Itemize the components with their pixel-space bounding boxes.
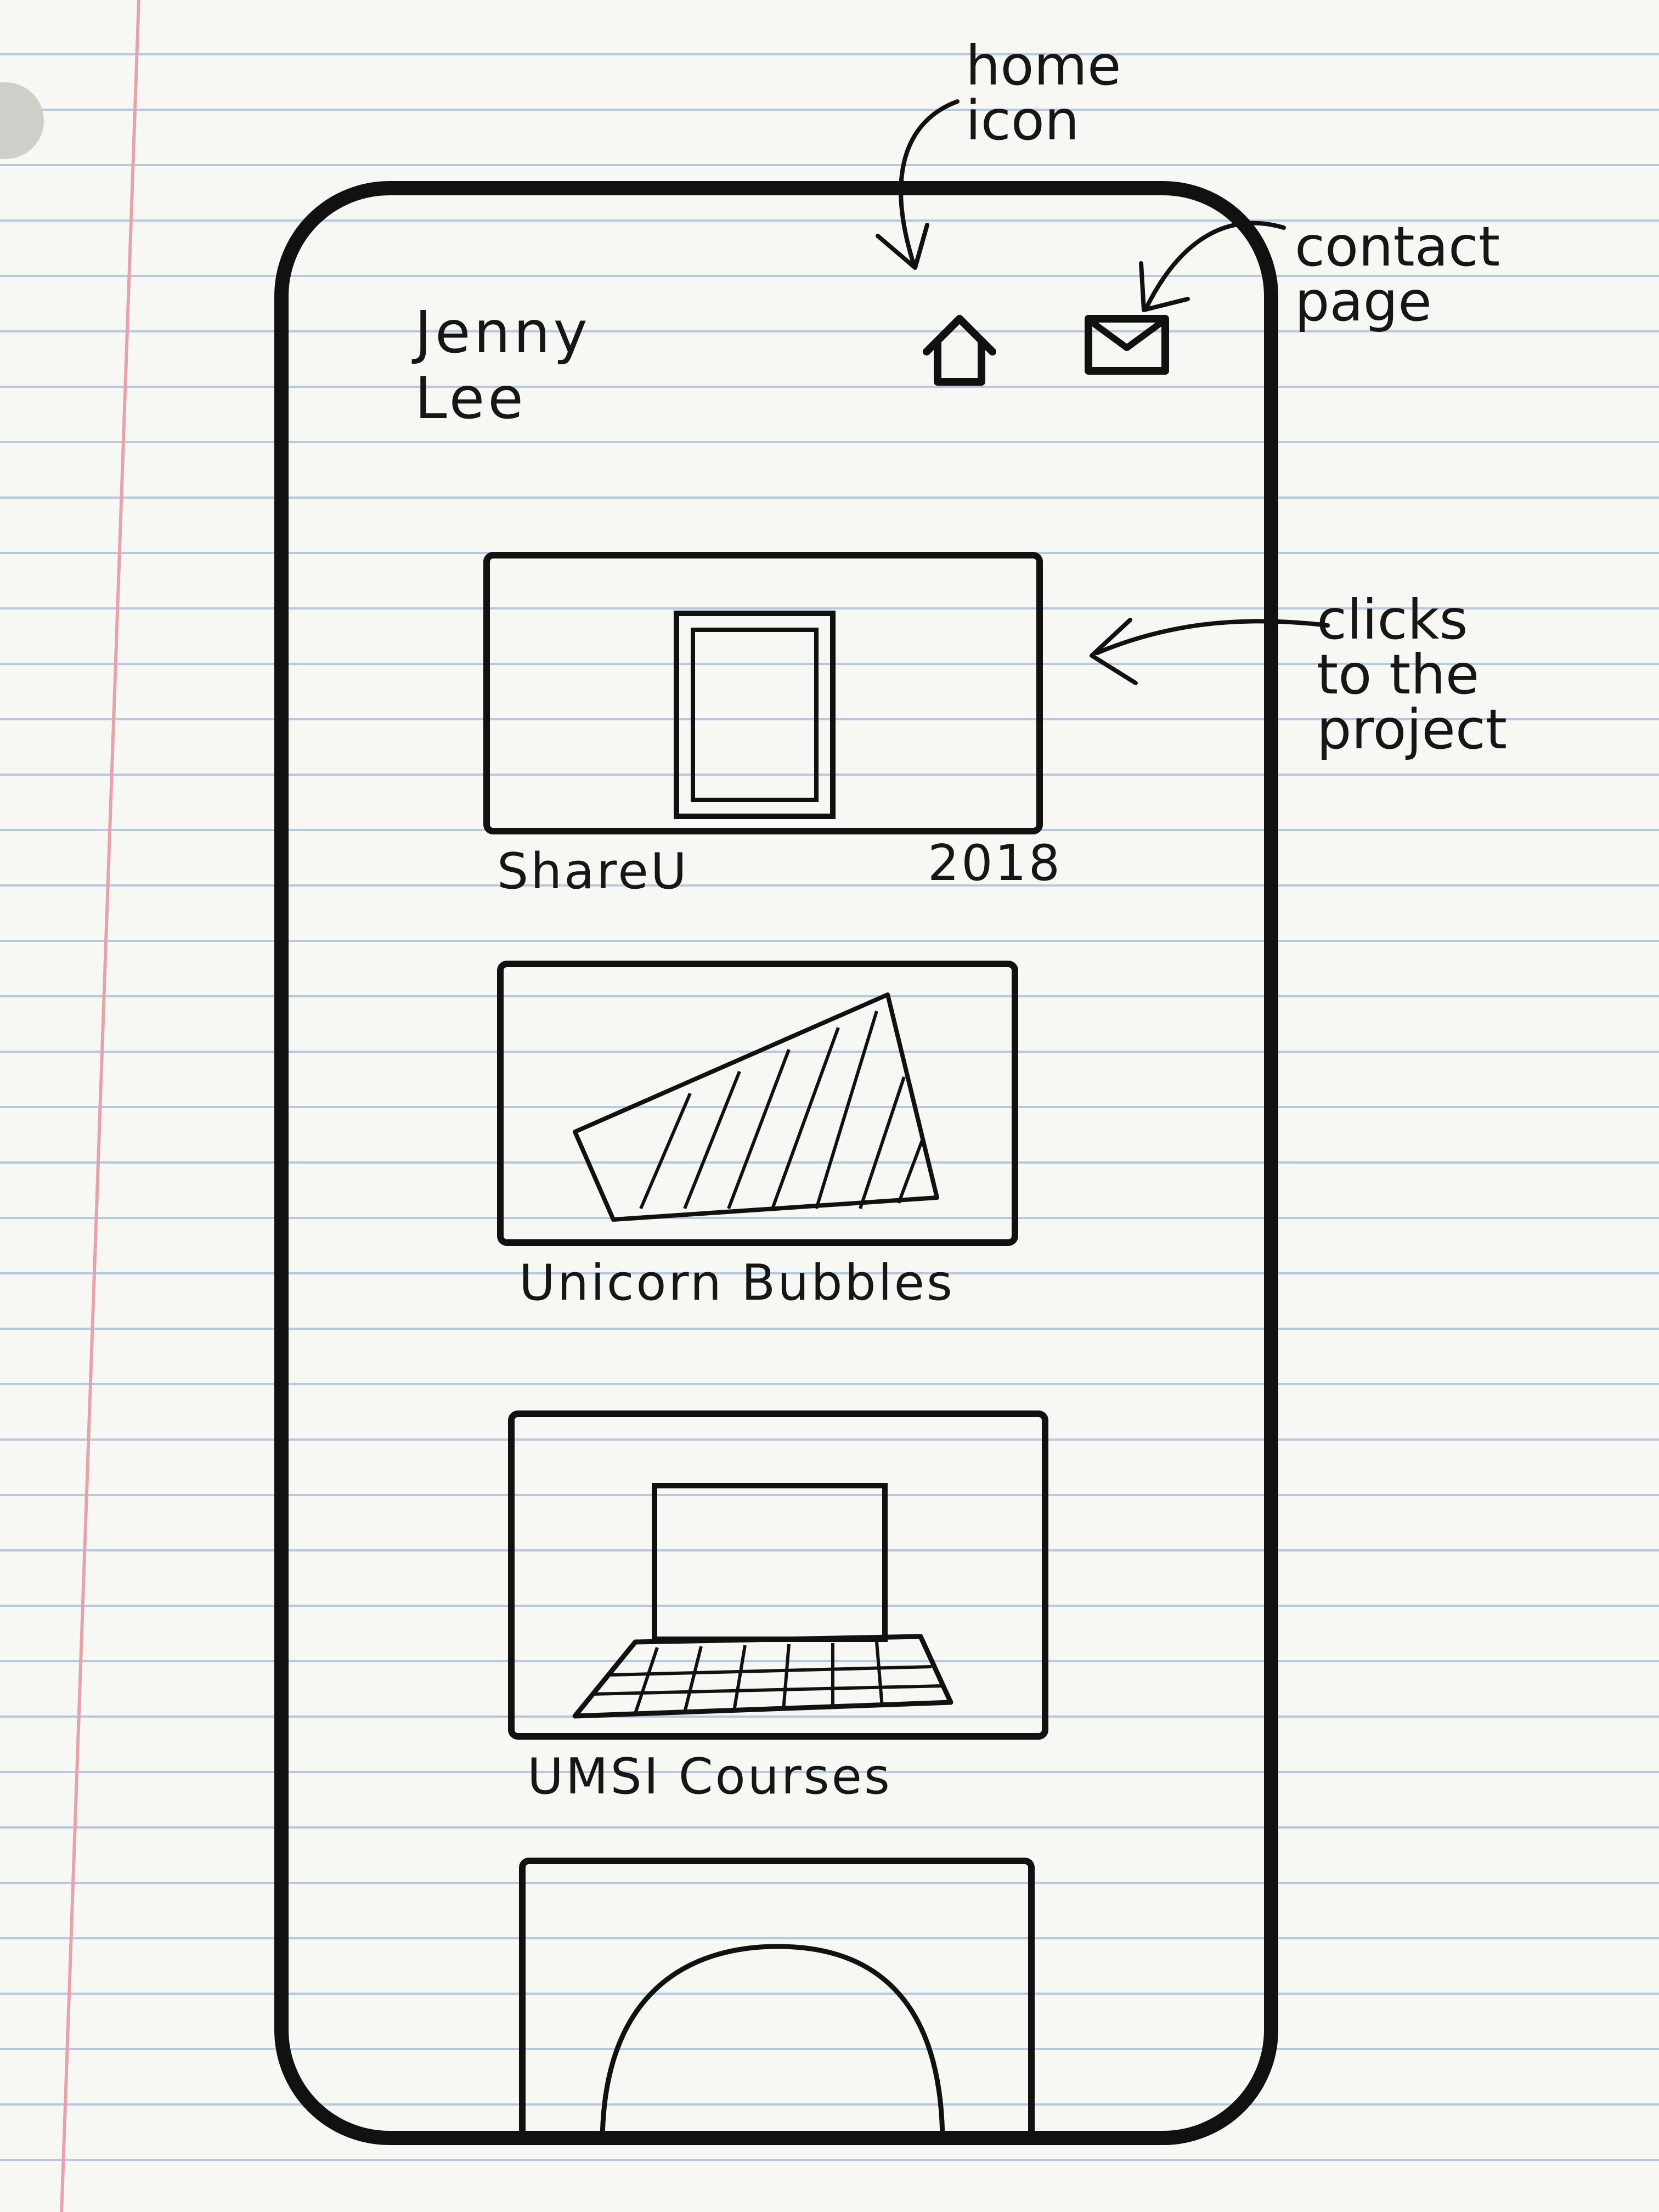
- tablet-icon: [674, 611, 836, 819]
- project-title-unicorn-bubbles: Unicorn Bubbles: [519, 1254, 955, 1312]
- home-icon: [923, 315, 996, 386]
- project-card-unicorn-bubbles[interactable]: [497, 961, 1018, 1246]
- phone-frame: Jenny Lee ShareU 2018 Unicorn Bubbles UM…: [274, 181, 1278, 2145]
- annotation-contact-page: contact page: [1295, 215, 1500, 334]
- laptop-icon: [572, 1483, 953, 1719]
- home-button[interactable]: [918, 311, 1001, 387]
- arch-icon: [600, 1944, 945, 2144]
- project-card-shareu[interactable]: [483, 552, 1043, 834]
- annotation-home-icon: home icon: [966, 33, 1121, 153]
- project-title-umsi-courses: UMSI Courses: [527, 1748, 892, 1805]
- project-card-umsi-courses[interactable]: [508, 1410, 1048, 1740]
- project-year-shareu: 2018: [928, 834, 1063, 892]
- annotation-clicks-to-project: clicks to the project: [1317, 588, 1508, 761]
- paper-margin-line: [60, 0, 140, 2212]
- top-nav: [918, 311, 1171, 387]
- paper-punch-hole: [0, 82, 44, 159]
- contact-button[interactable]: [1083, 311, 1171, 387]
- striped-shape-icon: [573, 992, 939, 1222]
- project-card-4[interactable]: [519, 1858, 1035, 2144]
- mail-icon: [1085, 315, 1169, 375]
- project-title-shareu: ShareU: [497, 843, 689, 900]
